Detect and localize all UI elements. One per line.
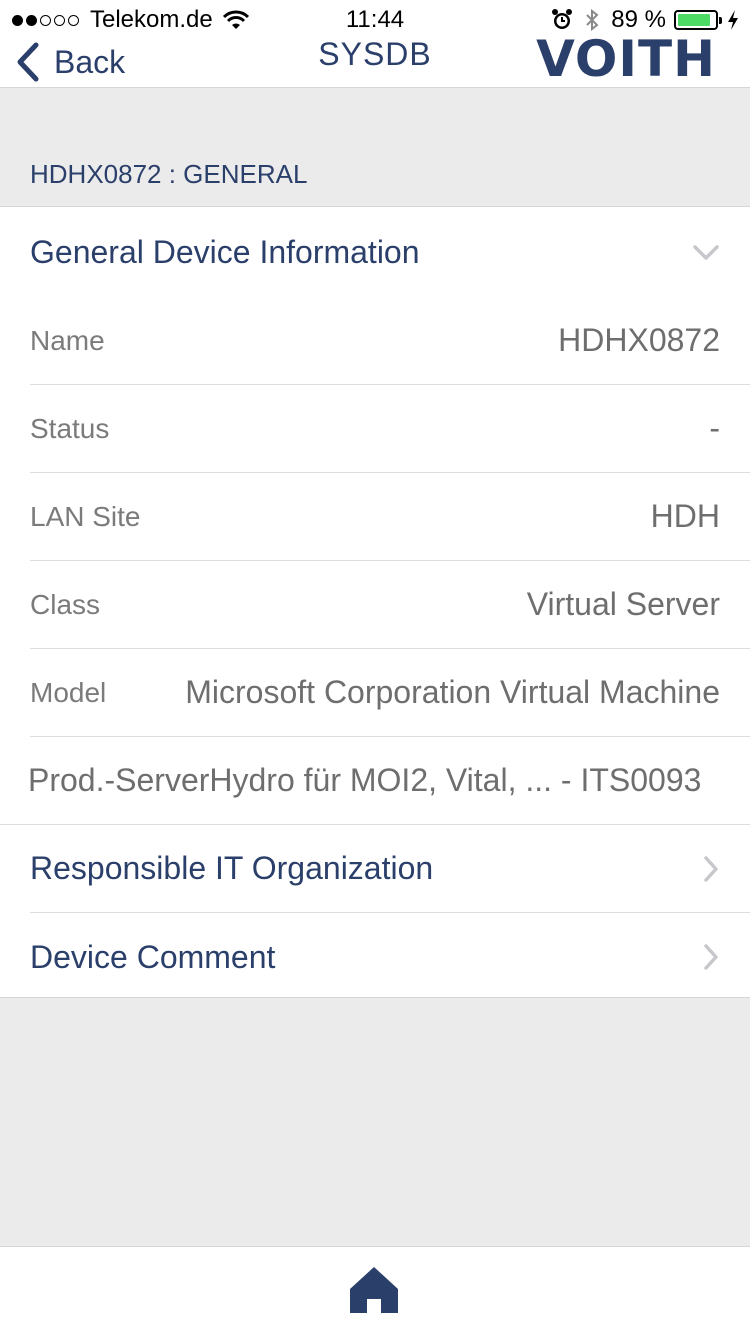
detail-value: Microsoft Corporation Virtual Machine (185, 674, 720, 710)
detail-value: - (709, 410, 720, 446)
battery-level (678, 14, 711, 26)
detail-key: LAN Site (30, 500, 141, 532)
device-comment-link[interactable]: Device Comment (30, 913, 750, 1001)
detail-row-model: Model Microsoft Corporation Virtual Mach… (30, 649, 750, 737)
detail-row-lan-site: LAN Site HDH (30, 473, 750, 561)
detail-value: HDH (650, 498, 720, 534)
chevron-right-icon (704, 944, 718, 970)
detail-row-description: Prod.-ServerHydro für MOI2, Vital, ... -… (0, 737, 750, 825)
battery-icon (674, 10, 722, 30)
charging-icon (728, 10, 738, 30)
device-description: Prod.-ServerHydro für MOI2, Vital, ... -… (28, 762, 702, 798)
section-header: HDHX0872 : GENERAL (0, 89, 750, 207)
navigation-bar: Back SYSDB VOITH (0, 30, 750, 88)
home-icon[interactable] (348, 1265, 400, 1315)
detail-row-class: Class Virtual Server (30, 561, 750, 649)
detail-key: Name (30, 324, 105, 356)
section-header-label: HDHX0872 : GENERAL (30, 159, 308, 189)
alarm-icon (552, 9, 573, 29)
chevron-right-icon (704, 855, 718, 882)
detail-row-name: Name HDHX0872 (30, 297, 750, 385)
detail-key: Class (30, 588, 101, 620)
general-info-header[interactable]: General Device Information (0, 207, 750, 297)
link-label: Device Comment (30, 938, 276, 975)
general-info-title: General Device Information (30, 233, 420, 270)
detail-row-status: Status - (30, 385, 750, 473)
bottom-tab-bar (0, 1246, 750, 1334)
detail-key: Model (30, 676, 107, 708)
link-label: Responsible IT Organization (30, 850, 434, 886)
brand-logo: VOITH (536, 30, 716, 88)
detail-value: HDHX0872 (558, 322, 720, 358)
responsible-it-organization-link[interactable]: Responsible IT Organization (30, 825, 750, 913)
device-details: General Device Information Name HDHX0872… (0, 207, 750, 998)
chevron-down-icon (693, 245, 719, 260)
bluetooth-icon (586, 8, 599, 32)
detail-key: Status (30, 412, 110, 444)
detail-value: Virtual Server (526, 586, 720, 622)
page-title-text: SYSDB (318, 36, 432, 72)
